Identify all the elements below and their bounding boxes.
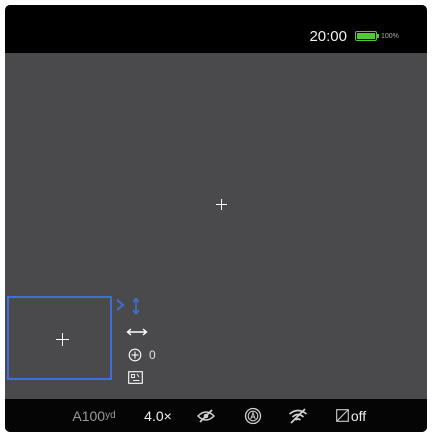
crosshair-circle-icon (128, 348, 142, 362)
center-reticle-icon (216, 199, 227, 210)
wifi-off-icon[interactable] (286, 399, 310, 432)
horizontal-adjust-icon[interactable] (126, 327, 148, 337)
recording-status: off (350, 407, 367, 424)
pip-arrow-icon (116, 299, 125, 311)
battery-percent: 100% (381, 33, 399, 40)
distance-value: A100 (72, 407, 106, 424)
clock: 20:00 (309, 28, 347, 45)
pip-off-icon (335, 409, 349, 422)
vertical-adjust-icon[interactable] (131, 297, 141, 315)
battery-tip (377, 34, 379, 38)
auto-mode-icon[interactable] (242, 399, 264, 432)
status-bar: 20:00 100% (5, 5, 427, 53)
battery-fill (357, 33, 375, 39)
distance-unit: yd (105, 410, 116, 421)
battery-icon (355, 31, 377, 41)
bottom-bar: A100 yd 4.0× off (5, 399, 427, 432)
recording-toggle[interactable]: off (327, 399, 375, 432)
pip-window[interactable] (7, 296, 112, 380)
offset-value: 0 (149, 348, 156, 362)
distance-indicator[interactable]: A100 yd (64, 399, 124, 432)
pip-reticle-icon (56, 333, 69, 346)
pip-mode-icon[interactable] (128, 371, 143, 384)
zoom-indicator[interactable]: 4.0× (138, 399, 178, 432)
eye-crossed-icon[interactable] (195, 399, 217, 432)
device-screen: 20:00 100% 0 A100 yd 4.0× off (5, 5, 427, 432)
viewfinder[interactable]: 0 (5, 53, 427, 399)
